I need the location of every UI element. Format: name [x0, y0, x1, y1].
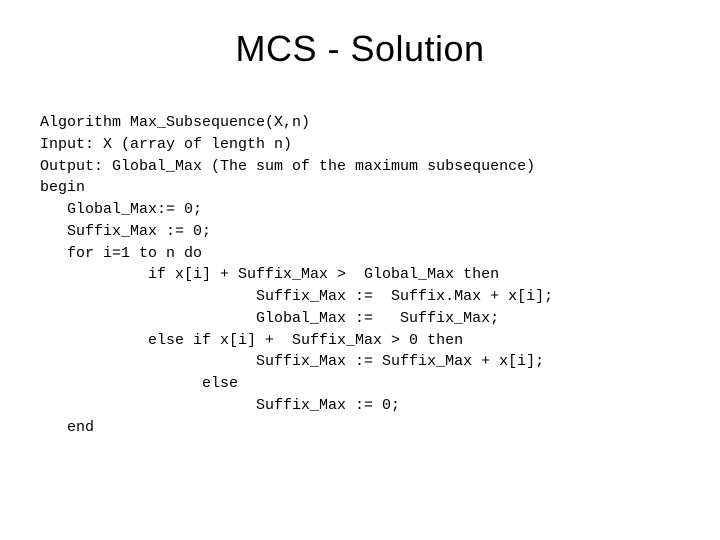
- code-line: Global_Max:= 0;: [40, 201, 202, 218]
- algorithm-pseudocode: Algorithm Max_Subsequence(X,n) Input: X …: [40, 112, 680, 438]
- code-line: end: [40, 419, 94, 436]
- slide-title: MCS - Solution: [40, 28, 680, 70]
- code-line: Suffix_Max := Suffix_Max + x[i];: [40, 353, 544, 370]
- code-line: else if x[i] + Suffix_Max > 0 then: [40, 332, 463, 349]
- slide: MCS - Solution Algorithm Max_Subsequence…: [0, 0, 720, 540]
- code-line: Suffix_Max := Suffix.Max + x[i];: [40, 288, 553, 305]
- code-line: for i=1 to n do: [40, 245, 202, 262]
- code-line: else: [40, 375, 238, 392]
- code-line: Global_Max := Suffix_Max;: [40, 310, 499, 327]
- code-line: begin: [40, 179, 85, 196]
- code-line: Suffix_Max := 0;: [40, 397, 400, 414]
- code-line: Algorithm Max_Subsequence(X,n): [40, 114, 310, 131]
- code-line: Suffix_Max := 0;: [40, 223, 211, 240]
- code-line: if x[i] + Suffix_Max > Global_Max then: [40, 266, 499, 283]
- code-line: Output: Global_Max (The sum of the maxim…: [40, 158, 535, 175]
- code-line: Input: X (array of length n): [40, 136, 292, 153]
